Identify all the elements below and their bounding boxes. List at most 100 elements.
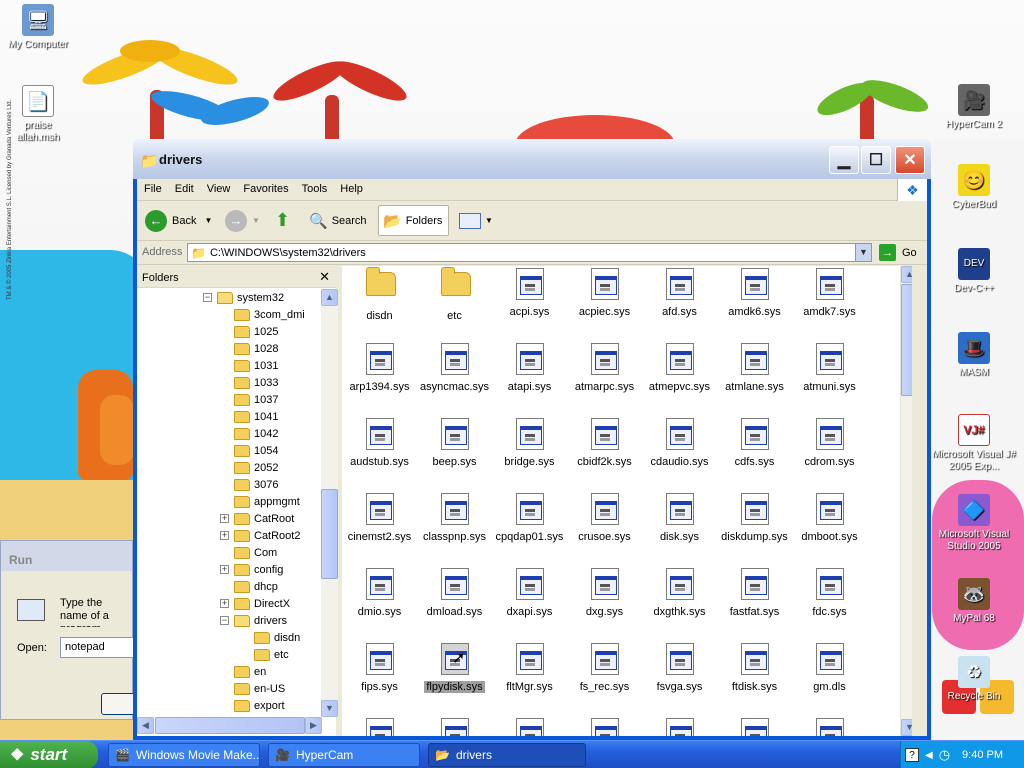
tree-item-catroot[interactable]: + CatRoot	[220, 510, 294, 527]
scroll-up-icon[interactable]: ▲	[901, 266, 912, 283]
file-item[interactable]: fs_rec.sys	[567, 643, 642, 693]
menu-help[interactable]: Help	[333, 179, 369, 195]
scroll-right-icon[interactable]: ▶	[305, 717, 322, 734]
desktop-icon-devcpp[interactable]: DEV Dev-C++	[938, 248, 1010, 295]
tree-item-en-us[interactable]: en-US	[234, 680, 285, 697]
desktop-icon-hypercam[interactable]: 🎥 HyperCam 2	[938, 84, 1010, 131]
file-item[interactable]: atmuni.sys	[792, 343, 867, 393]
file-item[interactable]: ftdisk.sys	[717, 643, 792, 693]
tree-item-2052[interactable]: 2052	[234, 459, 278, 476]
help-icon[interactable]: ?	[905, 748, 919, 762]
tree-item-config[interactable]: + config	[220, 561, 283, 578]
volume-icon[interactable]: ◷	[939, 747, 950, 763]
desktop-icon-masm[interactable]: 🎩 MASM	[938, 332, 1010, 379]
menu-favorites[interactable]: Favorites	[236, 179, 294, 195]
file-item[interactable]: beep.sys	[417, 418, 492, 468]
file-item[interactable]: dxapi.sys	[492, 568, 567, 618]
file-item[interactable]: amdk6.sys	[717, 268, 792, 318]
file-item[interactable]	[567, 718, 642, 736]
task-hypercam[interactable]: 🎥 HyperCam	[268, 743, 420, 767]
file-item[interactable]: atapi.sys	[492, 343, 567, 393]
file-view-scrollbar[interactable]: ▲ ▼	[900, 266, 912, 736]
task-windows-movie-maker[interactable]: 🎬 Windows Movie Make...	[108, 743, 260, 767]
folder-item[interactable]: etc	[417, 267, 492, 322]
file-item[interactable]: dxgthk.sys	[642, 568, 717, 618]
folders-button[interactable]: 📂 Folders	[378, 205, 450, 236]
file-item[interactable]: bridge.sys	[492, 418, 567, 468]
menu-file[interactable]: File	[137, 179, 168, 195]
back-button[interactable]: ← Back ▼	[145, 205, 212, 236]
file-item[interactable]: atmepvc.sys	[642, 343, 717, 393]
scroll-left-icon[interactable]: ◀	[137, 717, 154, 734]
file-item[interactable]	[492, 718, 567, 736]
file-item[interactable]: amdk7.sys	[792, 268, 867, 318]
menu-edit[interactable]: Edit	[168, 179, 200, 195]
address-input[interactable]: 📁 C:\WINDOWS\system32\drivers ▼	[187, 243, 872, 262]
tree-item-disdn[interactable]: disdn	[254, 629, 300, 646]
file-item[interactable]: cdfs.sys	[717, 418, 792, 468]
scroll-down-icon[interactable]: ▼	[321, 700, 338, 717]
scroll-up-icon[interactable]: ▲	[321, 289, 338, 306]
tree-item-1041[interactable]: 1041	[234, 408, 278, 425]
maximize-button[interactable]: ☐	[861, 146, 891, 174]
go-button[interactable]: → Go	[879, 244, 917, 261]
file-item[interactable]: cdaudio.sys	[642, 418, 717, 468]
scroll-thumb[interactable]	[155, 717, 305, 734]
up-button[interactable]: ⬆	[275, 205, 290, 236]
file-item[interactable]: acpiec.sys	[567, 268, 642, 318]
expand-icon[interactable]: +	[220, 565, 229, 574]
expand-icon[interactable]: +	[220, 531, 229, 540]
file-item[interactable]: atmlane.sys	[717, 343, 792, 393]
scroll-down-icon[interactable]: ▼	[901, 719, 912, 736]
close-button[interactable]: ✕	[895, 146, 925, 174]
folders-hscrollbar[interactable]: ◀ ▶	[137, 717, 322, 734]
file-item[interactable]: cpqdap01.sys	[492, 493, 567, 543]
file-item[interactable]: diskdump.sys	[717, 493, 792, 543]
tree-item-en[interactable]: en	[234, 663, 266, 680]
file-item[interactable]: dmio.sys	[342, 568, 417, 618]
folder-item[interactable]: disdn	[342, 267, 417, 322]
file-item[interactable]: acpi.sys	[492, 268, 567, 318]
desktop-icon-cyberbud[interactable]: 😊 CyberBud	[938, 164, 1010, 211]
expand-icon[interactable]: +	[220, 514, 229, 523]
file-item[interactable]: disk.sys	[642, 493, 717, 543]
desktop-icon-mypal[interactable]: 🦝 MyPal 68	[938, 578, 1010, 625]
file-item[interactable]: cdrom.sys	[792, 418, 867, 468]
file-item[interactable]	[417, 718, 492, 736]
search-button[interactable]: 🔍 Search	[309, 205, 367, 236]
tree-item-1025[interactable]: 1025	[234, 323, 278, 340]
start-button[interactable]: ❖ start	[0, 741, 98, 768]
run-open-input[interactable]: notepad	[60, 637, 134, 658]
tree-item-1028[interactable]: 1028	[234, 340, 278, 357]
tree-item-1033[interactable]: 1033	[234, 374, 278, 391]
title-bar[interactable]: 📁 drivers ▁ ☐ ✕	[133, 139, 931, 179]
file-item[interactable]: fsvga.sys	[642, 643, 717, 693]
desktop-icon-my-computer[interactable]: 🖥 My Computer	[2, 4, 74, 51]
file-item[interactable]: fdc.sys	[792, 568, 867, 618]
forward-button[interactable]: → ▼	[225, 205, 260, 236]
desktop-icon-praise-allah[interactable]: 📄 praise allah.msh	[2, 85, 74, 144]
task-drivers[interactable]: 📂 drivers	[428, 743, 586, 767]
tree-item-com[interactable]: Com	[234, 544, 277, 561]
desktop-icon-visual-studio[interactable]: 🔷 Microsoft Visual Studio 2005	[932, 494, 1016, 553]
file-item[interactable]: cinemst2.sys	[342, 493, 417, 543]
tree-item-1031[interactable]: 1031	[234, 357, 278, 374]
file-item[interactable]: dmboot.sys	[792, 493, 867, 543]
file-item[interactable]: fltMgr.sys	[492, 643, 567, 693]
minimize-button[interactable]: ▁	[829, 146, 859, 174]
file-item[interactable]	[792, 718, 867, 736]
collapse-icon[interactable]: −	[220, 616, 229, 625]
file-item[interactable]: classpnp.sys	[417, 493, 492, 543]
tree-item-export[interactable]: export	[234, 697, 285, 714]
file-item[interactable]	[342, 718, 417, 736]
file-item[interactable]: gm.dls	[792, 643, 867, 693]
file-item[interactable]: afd.sys	[642, 268, 717, 318]
file-item[interactable]	[717, 718, 792, 736]
tree-item-directx[interactable]: + DirectX	[220, 595, 290, 612]
tree-item-catroot2[interactable]: + CatRoot2	[220, 527, 300, 544]
scroll-thumb[interactable]	[901, 284, 912, 396]
collapse-icon[interactable]: −	[203, 293, 212, 302]
file-item[interactable]: dxg.sys	[567, 568, 642, 618]
tree-item-1054[interactable]: 1054	[234, 442, 278, 459]
file-item[interactable]: dmload.sys	[417, 568, 492, 618]
